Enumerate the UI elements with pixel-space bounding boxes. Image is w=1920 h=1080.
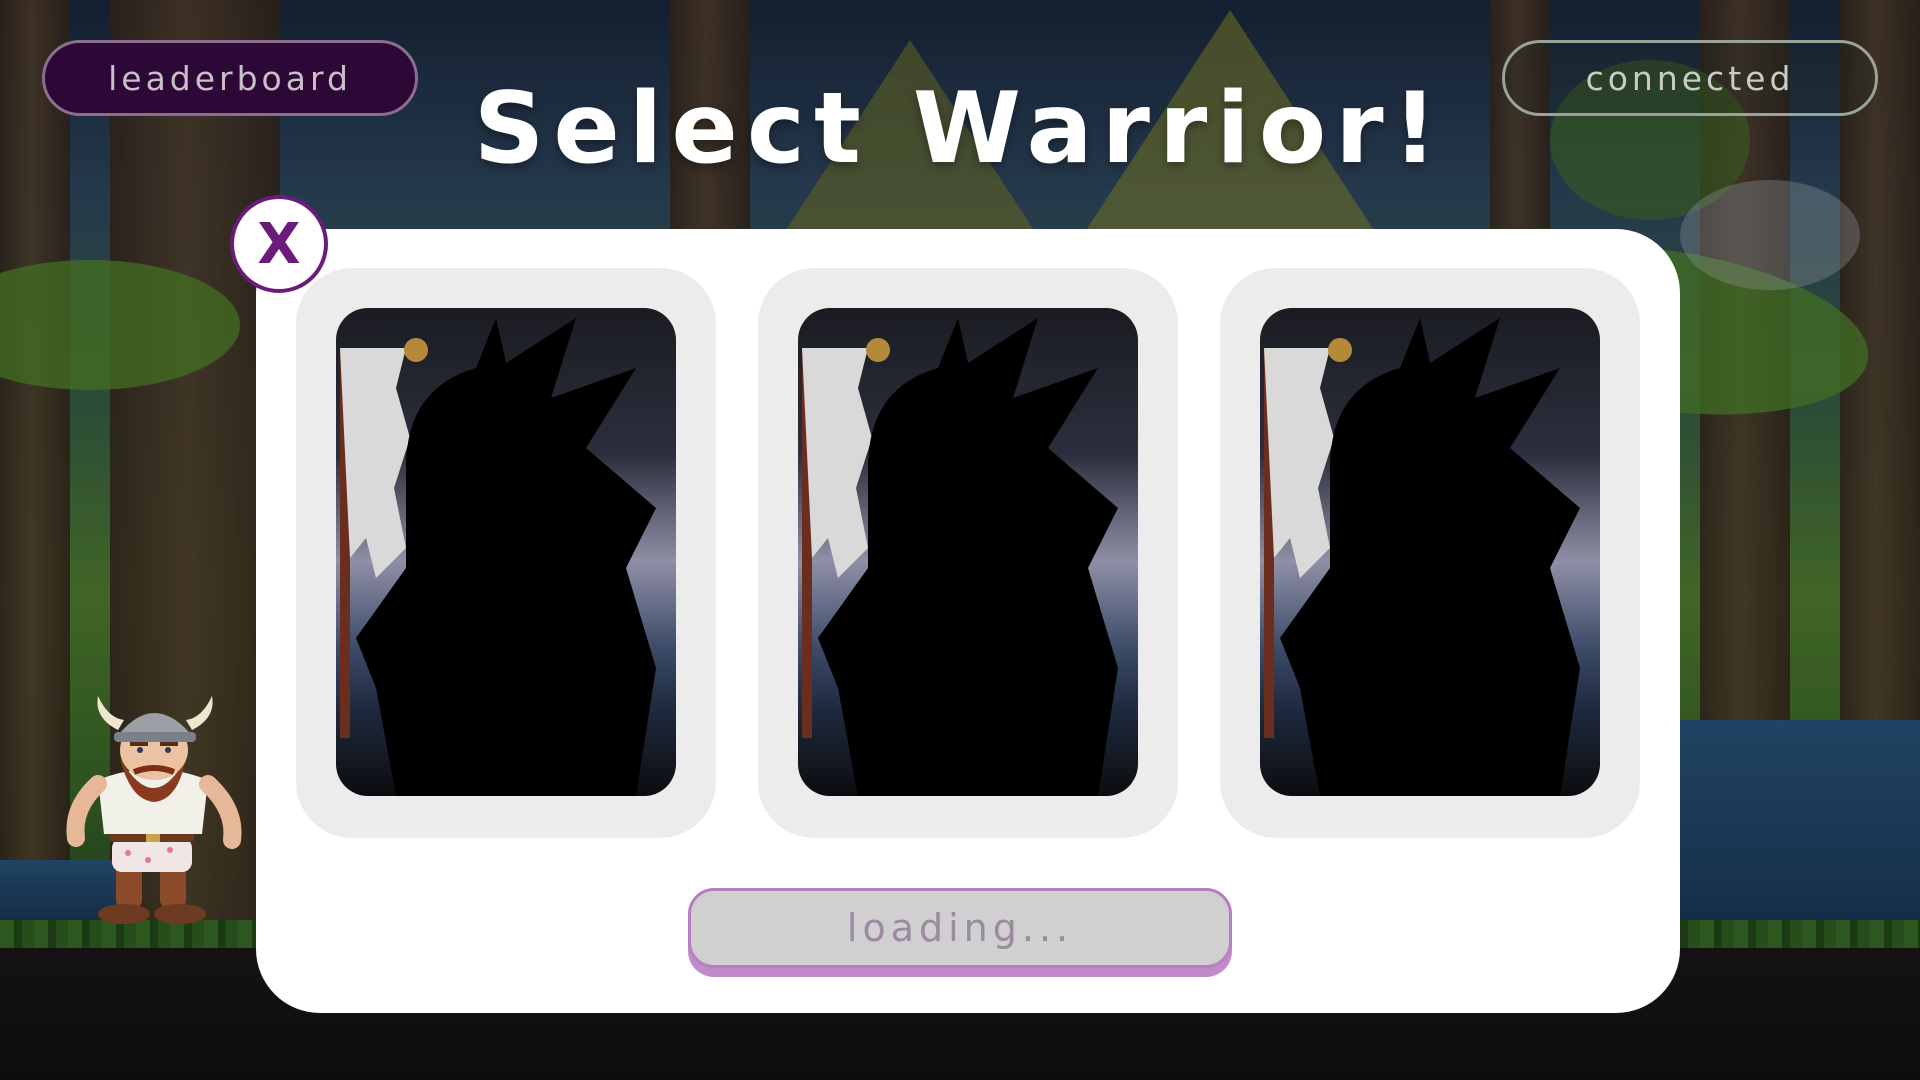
close-button[interactable]: X <box>230 195 328 293</box>
warrior-card[interactable] <box>798 308 1138 796</box>
loading-button[interactable]: loading... <box>688 888 1232 968</box>
locked-warrior-silhouette-icon <box>1264 318 1580 796</box>
game-scene: leaderboard connected Select Warrior! X <box>0 0 1920 1080</box>
locked-warrior-silhouette-icon <box>340 318 656 796</box>
close-icon: X <box>257 211 301 277</box>
warrior-slot-1[interactable] <box>296 268 716 838</box>
warrior-card[interactable] <box>1260 308 1600 796</box>
warrior-slot-2[interactable] <box>758 268 1178 838</box>
viking-character <box>66 696 242 924</box>
locked-warrior-silhouette-icon <box>802 318 1118 796</box>
warrior-card[interactable] <box>336 308 676 796</box>
page-title: Select Warrior! <box>473 72 1447 186</box>
warrior-slot-3[interactable] <box>1220 268 1640 838</box>
loading-label: loading... <box>846 906 1074 950</box>
